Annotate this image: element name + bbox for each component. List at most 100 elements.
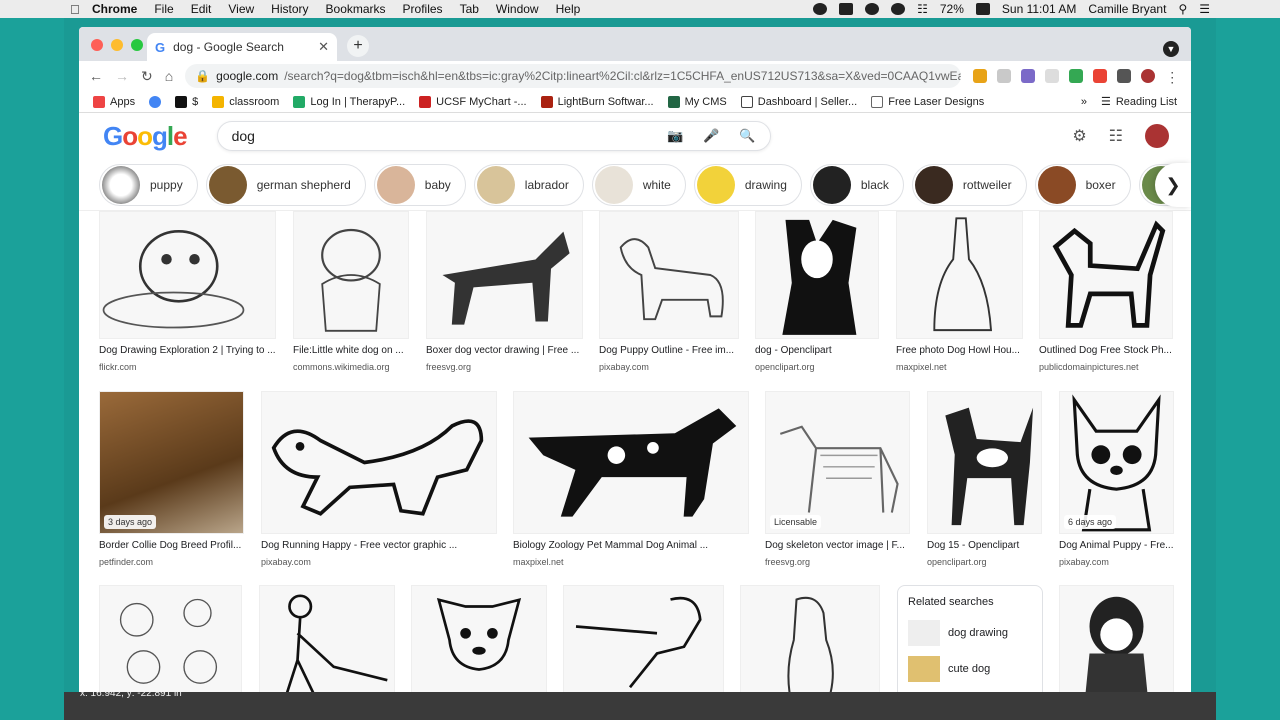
menu-help[interactable]: Help: [556, 2, 581, 16]
menu-window[interactable]: Window: [496, 2, 539, 16]
image-result[interactable]: [563, 585, 724, 692]
minimize-window-button[interactable]: [111, 39, 123, 51]
image-result[interactable]: [259, 585, 395, 692]
image-result[interactable]: [740, 585, 880, 692]
chip-baby[interactable]: baby: [373, 163, 466, 206]
result-caption[interactable]: Dog Drawing Exploration 2 | Trying to ..…: [99, 345, 276, 356]
result-image[interactable]: [261, 391, 497, 534]
wifi-icon[interactable]: ☷: [917, 2, 928, 16]
bookmark-ucsf[interactable]: UCSF MyChart -...: [419, 95, 527, 108]
camera-icon[interactable]: 📷: [667, 128, 683, 144]
image-result[interactable]: [411, 585, 547, 692]
related-item[interactable]: cute dog: [908, 656, 1032, 682]
bookmark-mycms[interactable]: My CMS: [667, 95, 727, 108]
account-avatar[interactable]: [1145, 124, 1169, 148]
result-caption[interactable]: Boxer dog vector drawing | Free ...: [426, 345, 583, 356]
result-image[interactable]: [755, 211, 879, 339]
result-image[interactable]: [411, 585, 547, 692]
microphone-icon[interactable]: 🎤: [703, 128, 719, 144]
chip-black[interactable]: black: [809, 163, 904, 206]
chip-labrador[interactable]: labrador: [473, 163, 584, 206]
image-result[interactable]: Dog Puppy Outline - Free im... pixabay.c…: [599, 211, 739, 372]
bookmark-laser[interactable]: Free Laser Designs: [871, 95, 984, 108]
image-result[interactable]: [99, 585, 242, 692]
result-caption[interactable]: Dog 15 - Openclipart: [927, 540, 1042, 551]
image-result[interactable]: 3 days ago Border Collie Dog Breed Profi…: [99, 391, 244, 567]
chip-white[interactable]: white: [591, 163, 686, 206]
extension-icon[interactable]: [1045, 69, 1060, 83]
menu-bookmarks[interactable]: Bookmarks: [326, 2, 386, 16]
result-caption[interactable]: Free photo Dog Howl Hou...: [896, 345, 1023, 356]
result-image[interactable]: [599, 211, 739, 339]
result-image[interactable]: [513, 391, 749, 534]
zoom-window-button[interactable]: [131, 39, 143, 51]
menu-file[interactable]: File: [154, 2, 173, 16]
image-result[interactable]: Biology Zoology Pet Mammal Dog Animal ..…: [513, 391, 749, 567]
image-result[interactable]: Free photo Dog Howl Hou... maxpixel.net: [896, 211, 1023, 372]
result-image[interactable]: [1039, 211, 1173, 339]
menu-edit[interactable]: Edit: [191, 2, 212, 16]
result-image[interactable]: [426, 211, 583, 339]
puzzle-icon[interactable]: [1117, 69, 1132, 83]
google-logo[interactable]: Google: [103, 121, 188, 152]
bookmark-therapyp[interactable]: Log In | TherapyP...: [293, 95, 405, 108]
settings-gear-icon[interactable]: ⚙: [1072, 126, 1086, 146]
battery-icon[interactable]: [975, 3, 990, 15]
search-input[interactable]: dog 📷 🎤 🔍: [216, 121, 771, 151]
result-image[interactable]: [896, 211, 1023, 339]
result-image[interactable]: [99, 585, 242, 692]
record-icon[interactable]: [813, 3, 828, 15]
result-image[interactable]: [293, 211, 409, 339]
clock[interactable]: Sun 11:01 AM: [1002, 2, 1077, 16]
extension-icon[interactable]: [1021, 69, 1036, 83]
menu-app[interactable]: Chrome: [92, 2, 137, 16]
control-center-icon[interactable]: ☰: [1199, 2, 1210, 16]
menu-tab[interactable]: Tab: [460, 2, 479, 16]
image-result[interactable]: Licensable Dog skeleton vector image | F…: [765, 391, 910, 567]
spotlight-icon[interactable]: ⚲: [1178, 2, 1187, 16]
result-image[interactable]: [1059, 585, 1174, 692]
back-icon[interactable]: ←: [89, 68, 103, 84]
chip-rottweiler[interactable]: rottweiler: [911, 163, 1027, 206]
result-caption[interactable]: Border Collie Dog Breed Profil...: [99, 540, 244, 551]
bookmark-dollar[interactable]: $: [175, 95, 198, 108]
extension-icon[interactable]: [973, 69, 988, 83]
new-tab-button[interactable]: +: [347, 35, 369, 57]
user-name[interactable]: Camille Bryant: [1088, 2, 1166, 16]
apple-icon[interactable]: : [0, 2, 80, 17]
image-result[interactable]: [1059, 585, 1174, 692]
bookmark-classroom[interactable]: classroom: [212, 95, 279, 108]
result-caption[interactable]: Dog Animal Puppy - Fre...: [1059, 540, 1174, 551]
image-result[interactable]: dog - Openclipart openclipart.org: [755, 211, 879, 372]
lock-icon[interactable]: 🔒: [195, 69, 210, 83]
reload-icon[interactable]: ↻: [141, 68, 153, 85]
bookmark-apps[interactable]: Apps: [93, 95, 135, 108]
forward-icon[interactable]: →: [115, 68, 129, 84]
tab-search-icon[interactable]: ▼: [1163, 41, 1179, 57]
result-image[interactable]: [99, 211, 276, 339]
result-caption[interactable]: Dog skeleton vector image | F...: [765, 540, 910, 551]
apps-grid-icon[interactable]: ☷: [1109, 126, 1123, 146]
chevron-right-icon[interactable]: ❯: [1155, 163, 1191, 207]
result-caption[interactable]: File:Little white dog on ...: [293, 345, 409, 356]
sync-icon[interactable]: [891, 3, 906, 15]
result-caption[interactable]: Outlined Dog Free Stock Ph...: [1039, 345, 1173, 356]
image-result[interactable]: Outlined Dog Free Stock Ph... publicdoma…: [1039, 211, 1173, 372]
menu-history[interactable]: History: [271, 2, 308, 16]
drive-icon[interactable]: [1069, 69, 1084, 83]
result-image[interactable]: 3 days ago: [99, 391, 244, 534]
result-caption[interactable]: Biology Zoology Pet Mammal Dog Animal ..…: [513, 540, 749, 551]
bookmark-dashboard[interactable]: Dashboard | Seller...: [740, 95, 857, 108]
related-item[interactable]: dog drawing: [908, 620, 1032, 646]
result-image[interactable]: [259, 585, 395, 692]
result-image[interactable]: 6 days ago: [1059, 391, 1174, 534]
address-bar[interactable]: 🔒 google.com/search?q=dog&tbm=isch&hl=en…: [185, 64, 962, 88]
reading-list-button[interactable]: ☰ Reading List: [1101, 95, 1177, 109]
extension-icon[interactable]: [997, 69, 1012, 83]
result-image[interactable]: Licensable: [765, 391, 910, 534]
bookmark-lightburn[interactable]: LightBurn Softwar...: [540, 95, 654, 108]
result-caption[interactable]: Dog Puppy Outline - Free im...: [599, 345, 739, 356]
result-image[interactable]: [740, 585, 880, 692]
chip-boxer[interactable]: boxer: [1034, 163, 1131, 206]
image-result[interactable]: Dog 15 - Openclipart openclipart.org: [927, 391, 1042, 567]
